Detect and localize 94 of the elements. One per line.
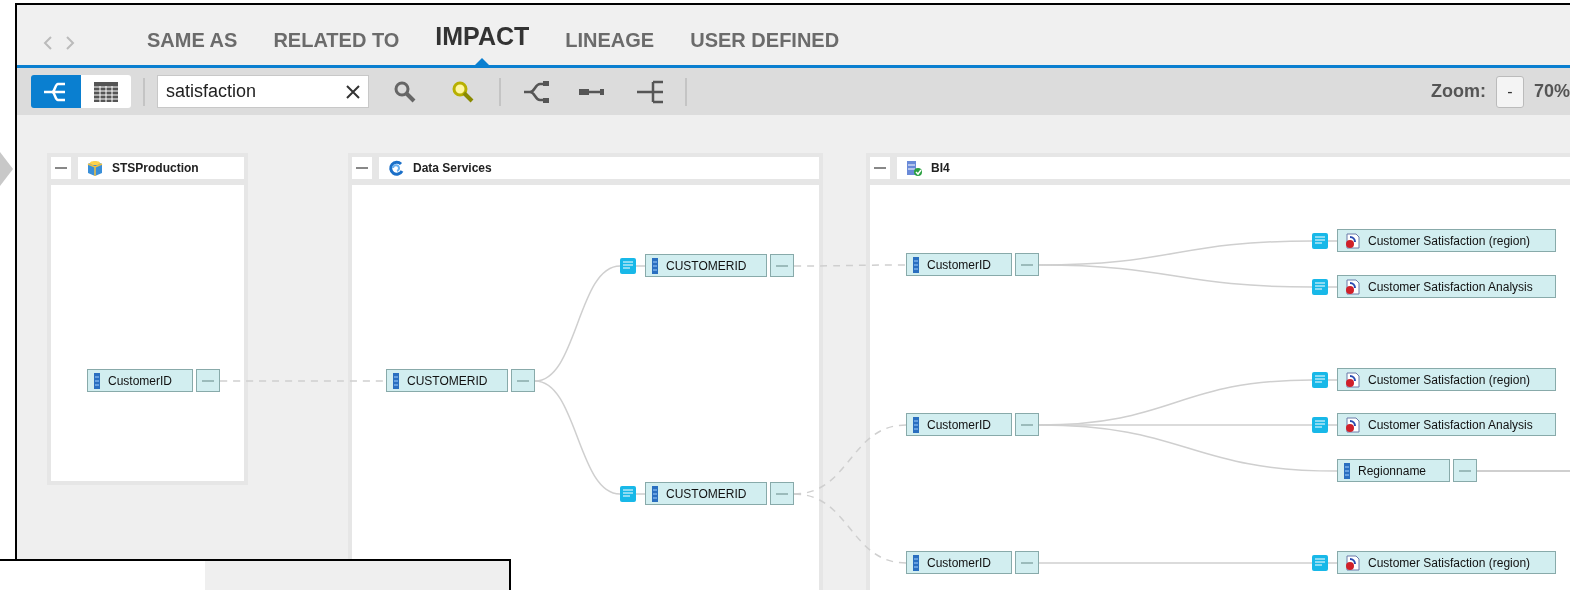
column-node[interactable]: CUSTOMERID — [645, 482, 767, 505]
collapse-button[interactable] — [770, 254, 794, 277]
tab[interactable]: USER DEFINED — [690, 25, 840, 55]
node-label: Customer Satisfaction Analysis — [1368, 278, 1533, 296]
column-icon — [913, 416, 919, 433]
tab[interactable]: LINEAGE — [565, 25, 655, 55]
report-icon — [1344, 416, 1360, 433]
minus-icon — [202, 378, 214, 383]
node-label: Customer Satisfaction (region) — [1368, 371, 1531, 389]
node-label: Customer Satisfaction Analysis — [1368, 416, 1533, 434]
column-node[interactable]: CustomerID — [906, 253, 1012, 276]
zoom-value: 70% — [1533, 80, 1570, 103]
node-label: CustomerID — [927, 416, 991, 434]
column-icon — [913, 554, 919, 571]
collapse-button[interactable] — [1453, 459, 1477, 482]
zoom-label: Zoom: — [1431, 80, 1486, 103]
table-view-button[interactable] — [81, 75, 131, 108]
column-icon — [652, 257, 658, 274]
branch-right-icon[interactable] — [637, 79, 665, 104]
report-node[interactable]: Customer Satisfaction Analysis — [1337, 275, 1556, 298]
tab-pointer-icon — [475, 58, 490, 65]
panel-title: Data Services — [413, 160, 492, 177]
node-label: Customer Satisfaction (region) — [1368, 232, 1531, 250]
back-icon[interactable] — [43, 35, 53, 51]
report-icon — [1344, 371, 1360, 388]
node-label: CustomerID — [927, 256, 991, 274]
search-field[interactable]: satisfaction — [157, 75, 369, 108]
column-node[interactable]: Regionname — [1337, 459, 1450, 482]
minus-icon — [517, 378, 529, 383]
minus-icon — [55, 166, 67, 170]
collapse-button[interactable] — [1015, 413, 1039, 436]
minus-icon — [874, 166, 886, 170]
highlight-search-icon[interactable] — [451, 79, 475, 104]
connector-line — [635, 493, 646, 495]
collapse-button[interactable] — [352, 157, 372, 179]
panel-title: BI4 — [931, 160, 950, 177]
collapse-button[interactable] — [196, 369, 220, 392]
node-label: Customer Satisfaction (region) — [1368, 554, 1531, 572]
database-icon — [86, 159, 104, 177]
node-label: CUSTOMERID — [666, 485, 747, 503]
collapse-button[interactable] — [511, 369, 535, 392]
column-node[interactable]: CustomerID — [87, 369, 193, 392]
column-node[interactable]: CUSTOMERID — [645, 254, 767, 277]
node-label: CUSTOMERID — [666, 257, 747, 275]
table-icon — [93, 80, 119, 103]
connector-line — [1327, 562, 1338, 564]
node-label: Regionname — [1358, 462, 1427, 480]
minus-icon — [776, 263, 788, 268]
column-icon — [94, 372, 100, 389]
panel-title: STSProduction — [112, 160, 199, 177]
connector-line — [1327, 240, 1338, 242]
link-icon[interactable] — [579, 86, 605, 97]
report-icon — [1344, 232, 1360, 249]
node-label: CustomerID — [108, 372, 172, 390]
column-icon — [913, 256, 919, 273]
column-icon — [1344, 462, 1350, 479]
column-icon — [652, 485, 658, 502]
swirl-icon — [387, 159, 405, 177]
collapse-button[interactable] — [770, 482, 794, 505]
report-icon — [1344, 554, 1360, 571]
report-node[interactable]: Customer Satisfaction (region) — [1337, 368, 1556, 391]
report-node[interactable]: Customer Satisfaction Analysis — [1337, 413, 1556, 436]
zoom-out-button[interactable]: - — [1495, 75, 1524, 108]
node-label: CustomerID — [927, 554, 991, 572]
node-label: CUSTOMERID — [407, 372, 488, 390]
minus-icon — [356, 166, 368, 170]
connector-line — [1327, 286, 1338, 288]
collapse-button[interactable] — [870, 157, 890, 179]
column-icon — [393, 372, 399, 389]
report-node[interactable]: Customer Satisfaction (region) — [1337, 229, 1556, 252]
column-node[interactable]: CUSTOMERID — [386, 369, 508, 392]
minus-icon — [1459, 468, 1471, 473]
tab[interactable]: IMPACT — [435, 17, 530, 55]
minus-icon — [1021, 422, 1033, 427]
column-node[interactable]: CustomerID — [906, 413, 1012, 436]
report-icon — [1344, 278, 1360, 295]
search-icon[interactable] — [393, 79, 417, 104]
branch-left-icon[interactable] — [523, 80, 549, 103]
chevron-icon — [0, 152, 14, 186]
tab[interactable]: SAME AS — [147, 25, 238, 55]
connector-line — [1327, 379, 1338, 381]
report-node[interactable]: Customer Satisfaction (region) — [1337, 551, 1556, 574]
column-node[interactable]: CustomerID — [906, 551, 1012, 574]
collapse-button[interactable] — [51, 157, 71, 179]
minus-icon — [1021, 262, 1033, 267]
clear-icon[interactable] — [345, 84, 361, 100]
minus-icon — [1021, 560, 1033, 565]
connector-line — [635, 265, 646, 267]
minus-icon — [776, 491, 788, 496]
collapse-button[interactable] — [1015, 551, 1039, 574]
graph-view-button[interactable] — [31, 75, 81, 108]
forward-icon[interactable] — [65, 35, 75, 51]
tab[interactable]: RELATED TO — [273, 25, 400, 55]
collapse-button[interactable] — [1015, 253, 1039, 276]
